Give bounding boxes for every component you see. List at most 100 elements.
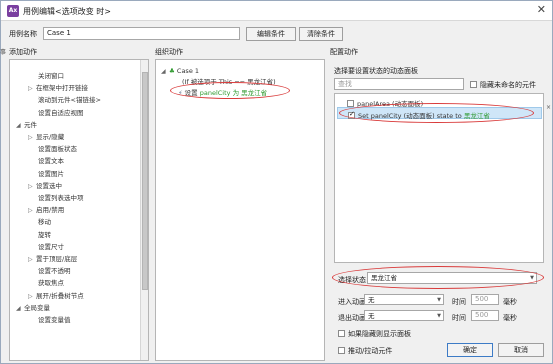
action-scrollbar[interactable] [140,60,148,360]
case-name-label: 用例名称 [9,30,37,38]
action-item[interactable]: 移动 [38,216,51,226]
action-item[interactable]: 设置列表选中项 [38,192,84,202]
title-bar: Ax 用例编辑<选项改变 时> ✕ [1,1,552,21]
show-if-hidden-checkbox[interactable] [338,330,345,337]
exit-anim-value: 无 [368,312,375,320]
action-item-label: 显示/隐藏 [36,133,65,141]
expand-icon[interactable]: ▷ [28,85,36,92]
collapse-icon[interactable]: ◢ [16,122,24,129]
expand-icon[interactable]: ▷ [28,256,36,263]
expand-icon[interactable]: ▷ [28,134,36,141]
action-item[interactable]: 设置面板状态 [38,143,77,153]
edit-condition-button[interactable]: 编辑条件 [246,27,296,41]
hide-unnamed-label: 隐藏未命名的元件 [480,81,536,89]
action-item[interactable]: ▷ 展开/折叠树节点 [28,290,84,300]
action-item[interactable]: ▷ 显示/隐藏 [28,131,64,141]
case-name-row: 用例名称 Case 1 编辑条件 清除条件 [1,23,552,45]
show-if-hidden-label: 如果隐藏则显示面板 [348,330,411,338]
case-name-input[interactable]: Case 1 [43,27,240,40]
exit-time-label: 时间 [452,314,466,322]
app-icon: Ax [7,5,19,17]
search-input[interactable]: 查找 [334,78,464,90]
push-pull-checkbox[interactable] [338,347,345,354]
case-label: Case 1 [176,67,200,75]
action-item[interactable]: 滚动到元件<锚链接> [38,94,101,104]
action-item[interactable]: ▷ 设置选中 [28,180,62,190]
action-item-label: 设置变量值 [38,316,71,324]
action-scroll-thumb[interactable] [142,72,148,290]
hide-unnamed-checkbox[interactable] [470,81,477,88]
action-item-label: 设置自适应视图 [38,108,84,117]
action-item-label: 设置图片 [38,169,64,178]
action-item[interactable]: 设置不透明 [38,265,71,275]
exit-ms-label: 毫秒 [503,314,517,322]
hide-unnamed-option[interactable]: 隐藏未命名的元件 [470,80,536,90]
collapse-icon[interactable]: ◢ [16,305,24,312]
chevron-down-icon: ▼ [437,313,441,319]
action-item-label: 元件 [24,120,37,129]
collapse-icon[interactable]: ◢ [161,68,169,75]
action-item-label: 置于顶层/底层 [36,255,78,263]
action-item[interactable]: ◢ 元件 [16,119,37,129]
action-item[interactable]: ▷ 启用/禁用 [28,204,64,214]
action-item[interactable]: 设置图片 [38,168,64,178]
add-action-heading: 添加动作 [9,48,37,56]
exit-anim-select[interactable]: 无 ▼ [364,310,444,321]
action-item[interactable]: 设置文本 [38,155,64,165]
annotation-ellipse [339,103,534,123]
organize-action-tree: ◢ ♣ Case 1 (If 被选项于 This == 黑龙江省) ⚡ 设置 pa… [155,59,325,361]
action-item-label: 设置尺寸 [38,242,64,251]
close-icon[interactable]: ✕ [537,3,546,16]
show-if-hidden-option[interactable]: 如果隐藏则显示面板 [338,329,411,339]
action-item[interactable]: ◢ 全局变量 [16,302,50,312]
enter-time-label: 时间 [452,298,466,306]
ok-button[interactable]: 确定 [447,343,493,357]
background-close-icon: × [546,104,552,111]
action-item-label: 获取焦点 [38,279,64,288]
select-panel-label: 选择要设置状态的动态面板 [334,67,418,75]
action-item[interactable]: 旋转 [38,229,51,239]
exit-anim-label: 退出动画 [338,314,366,322]
clear-condition-button[interactable]: 清除条件 [299,27,343,41]
add-action-tree: 关闭窗口 ▷ 在框架中打开链接 滚动到元件<锚链接> 设置自适应视图 ◢ 元件 ▷ 显示/隐藏设… [9,59,149,361]
action-item-label: 设置选中 [36,181,62,190]
panel-area-checkbox[interactable] [347,100,354,107]
action-item-label: 滚动到元件<锚链接> [38,96,101,105]
organize-action-heading: 组织动作 [155,48,183,56]
action-item-label: 设置面板状态 [38,145,77,154]
expand-icon[interactable]: ▷ [28,183,36,190]
annotation-ellipse [170,82,290,99]
enter-anim-value: 无 [368,296,375,304]
panel-list: panelArea (动态面板) Set panelCity (动态面板) st… [334,93,544,263]
action-item-label: 全局变量 [24,303,50,312]
case-node[interactable]: ◢ ♣ Case 1 [161,67,199,75]
configure-action-heading: 配置动作 [330,48,358,56]
chevron-down-icon: ▼ [437,297,441,303]
action-item[interactable]: ▷ 在框架中打开链接 [28,82,88,92]
case-icon: ♣ [169,67,175,75]
exit-time-input[interactable]: 500 [471,310,499,321]
action-item-label: 在框架中打开链接 [36,84,88,93]
background-edge-text: 事 [0,49,7,56]
action-item[interactable]: 获取焦点 [38,277,64,287]
action-item-label: 关闭窗口 [38,72,64,80]
push-pull-option[interactable]: 推动/拉动元件 [338,346,392,356]
cancel-button[interactable]: 取消 [498,343,544,357]
action-item-label: 展开/折叠树节点 [36,291,84,300]
action-item[interactable]: 设置尺寸 [38,241,64,251]
action-item-label: 设置文本 [38,157,64,166]
expand-icon[interactable]: ▷ [28,293,36,300]
enter-anim-select[interactable]: 无 ▼ [364,294,444,305]
action-item[interactable]: ▷ 置于顶层/底层 [28,253,77,263]
dialog-title: 用例编辑<选项改变 时> [23,7,111,16]
action-item[interactable]: 设置变量值 [38,314,71,324]
enter-anim-label: 进入动画 [338,298,366,306]
action-item-label: 启用/禁用 [36,206,65,215]
action-item-label: 设置列表选中项 [38,194,84,202]
action-item-label: 旋转 [38,230,51,239]
action-item[interactable]: 关闭窗口 [38,70,64,80]
enter-time-input[interactable]: 500 [471,294,499,305]
expand-icon[interactable]: ▷ [28,207,36,214]
action-item[interactable]: 设置自适应视图 [38,107,84,117]
enter-ms-label: 毫秒 [503,298,517,306]
